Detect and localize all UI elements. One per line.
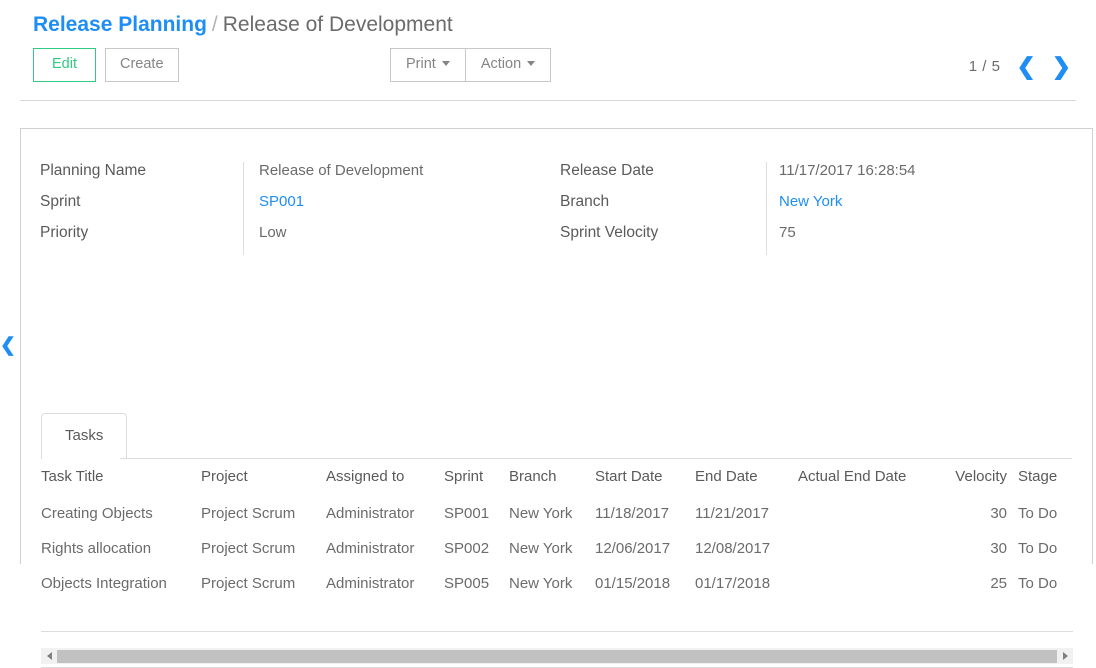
cell-sprint: SP002 xyxy=(444,540,490,557)
cell-branch: New York xyxy=(509,575,573,592)
field-label: Planning Name xyxy=(40,162,146,179)
tab-bar: Tasks xyxy=(41,412,1092,459)
cell-end-date: 01/17/2018 xyxy=(695,575,771,592)
breadcrumb: Release Planning / Release of Development xyxy=(33,13,453,37)
column-header-start-date[interactable]: Start Date xyxy=(595,459,695,496)
tasks-table-container: Task Title Project Assigned to Sprint Br… xyxy=(41,459,1073,601)
cell-stage: To Do xyxy=(1018,505,1058,522)
cell-assigned-to: Administrator xyxy=(326,540,415,557)
record-fields: Planning Name Release of Development Spr… xyxy=(21,129,1092,269)
cell-end-date: 11/21/2017 xyxy=(695,505,769,522)
cell-project: Project Scrum xyxy=(201,505,296,522)
field-branch: Branch New York xyxy=(560,193,1080,224)
cell-velocity: 25 xyxy=(990,575,1007,592)
cell-end-date: 12/08/2017 xyxy=(695,540,771,557)
field-value: 11/17/2017 16:28:54 xyxy=(779,162,916,179)
field-label: Priority xyxy=(40,224,89,241)
cell-sprint: SP001 xyxy=(444,505,490,522)
field-value: 75 xyxy=(779,224,796,241)
print-dropdown-button[interactable]: Print xyxy=(390,48,465,83)
cell-actual-end-date xyxy=(798,566,943,601)
cell-start-date: 12/06/2017 xyxy=(595,540,671,557)
column-header-assigned-to[interactable]: Assigned to xyxy=(326,459,444,496)
chevron-down-icon xyxy=(527,61,536,66)
scrollbar-thumb[interactable] xyxy=(57,649,1057,663)
field-release-date: Release Date 11/17/2017 16:28:54 xyxy=(560,162,1080,193)
pagination-count: 1 / 5 xyxy=(968,58,1001,75)
column-header-stage[interactable]: Stage xyxy=(1018,459,1073,496)
cell-task-title: Creating Objects xyxy=(41,505,153,522)
cell-start-date: 01/15/2018 xyxy=(595,575,671,592)
chevron-down-icon xyxy=(441,61,450,66)
secondary-action-button-group: Print Action xyxy=(390,48,552,83)
cell-project: Project Scrum xyxy=(201,575,296,592)
cell-actual-end-date xyxy=(798,531,943,566)
field-label: Sprint xyxy=(40,193,81,210)
cell-project: Project Scrum xyxy=(201,540,296,557)
table-header-row: Task Title Project Assigned to Sprint Br… xyxy=(41,459,1073,496)
primary-action-buttons: Edit Create xyxy=(33,48,179,83)
breadcrumb-parent-link[interactable]: Release Planning xyxy=(33,13,207,36)
chevron-left-icon[interactable]: ❮ xyxy=(0,336,16,355)
table-row[interactable]: Objects Integration Project Scrum Admini… xyxy=(41,566,1073,601)
field-sprint: Sprint SP001 xyxy=(40,193,560,224)
cell-velocity: 30 xyxy=(990,540,1007,557)
table-row[interactable]: Rights allocation Project Scrum Administ… xyxy=(41,531,1073,566)
field-column-left: Planning Name Release of Development Spr… xyxy=(40,162,560,255)
column-header-branch[interactable]: Branch xyxy=(509,459,595,496)
cell-stage: To Do xyxy=(1018,575,1058,592)
triangle-right-icon[interactable] xyxy=(1057,648,1073,665)
column-header-velocity[interactable]: Velocity xyxy=(943,459,1018,496)
triangle-left-icon[interactable] xyxy=(41,648,57,665)
cell-stage: To Do xyxy=(1018,540,1058,557)
cell-sprint: SP005 xyxy=(444,575,490,592)
table-row[interactable]: Creating Objects Project Scrum Administr… xyxy=(41,496,1073,531)
cell-start-date: 11/18/2017 xyxy=(595,505,669,522)
field-value-link[interactable]: New York xyxy=(763,193,842,210)
field-label: Release Date xyxy=(560,162,654,179)
field-value: Release of Development xyxy=(259,162,424,179)
field-planning-name: Planning Name Release of Development xyxy=(40,162,560,193)
field-label: Sprint Velocity xyxy=(560,224,659,241)
field-value: Low xyxy=(259,224,287,241)
record-detail-card: Planning Name Release of Development Spr… xyxy=(20,128,1093,668)
print-label: Print xyxy=(406,56,436,72)
cell-actual-end-date xyxy=(798,496,943,531)
column-header-actual-end-date[interactable]: Actual End Date xyxy=(798,459,943,496)
cell-task-title: Rights allocation xyxy=(41,540,152,557)
field-value-link[interactable]: SP001 xyxy=(243,193,304,210)
tab-active-indicator xyxy=(42,458,120,459)
action-label: Action xyxy=(480,56,522,72)
cell-velocity: 30 xyxy=(990,505,1007,522)
tasks-table: Task Title Project Assigned to Sprint Br… xyxy=(41,459,1073,601)
page-header: Release Planning / Release of Development … xyxy=(20,0,1076,101)
cell-branch: New York xyxy=(509,505,573,522)
field-label: Branch xyxy=(560,193,610,210)
create-button[interactable]: Create xyxy=(105,48,179,83)
tab-tasks[interactable]: Tasks xyxy=(41,413,128,458)
column-header-task-title[interactable]: Task Title xyxy=(41,459,201,496)
column-header-project[interactable]: Project xyxy=(201,459,326,496)
cell-task-title: Objects Integration xyxy=(41,575,167,592)
record-pagination: 1 / 5 ❮ ❯ xyxy=(969,55,1071,78)
cell-branch: New York xyxy=(509,540,573,557)
breadcrumb-current: Release of Development xyxy=(222,13,453,36)
chevron-left-icon[interactable]: ❮ xyxy=(1016,55,1035,78)
chevron-right-icon[interactable]: ❯ xyxy=(1052,55,1071,78)
table-bottom-divider xyxy=(41,631,1073,632)
column-header-sprint[interactable]: Sprint xyxy=(444,459,509,496)
action-dropdown-button[interactable]: Action xyxy=(464,48,552,83)
horizontal-scrollbar[interactable] xyxy=(41,647,1073,664)
field-sprint-velocity: Sprint Velocity 75 xyxy=(560,224,1080,255)
field-column-right: Release Date 11/17/2017 16:28:54 Branch … xyxy=(560,162,1080,255)
column-header-end-date[interactable]: End Date xyxy=(695,459,798,496)
breadcrumb-separator: / xyxy=(211,13,218,36)
cell-assigned-to: Administrator xyxy=(326,505,415,522)
edit-button[interactable]: Edit xyxy=(33,48,96,83)
field-priority: Priority Low xyxy=(40,224,560,255)
cell-assigned-to: Administrator xyxy=(326,575,415,592)
